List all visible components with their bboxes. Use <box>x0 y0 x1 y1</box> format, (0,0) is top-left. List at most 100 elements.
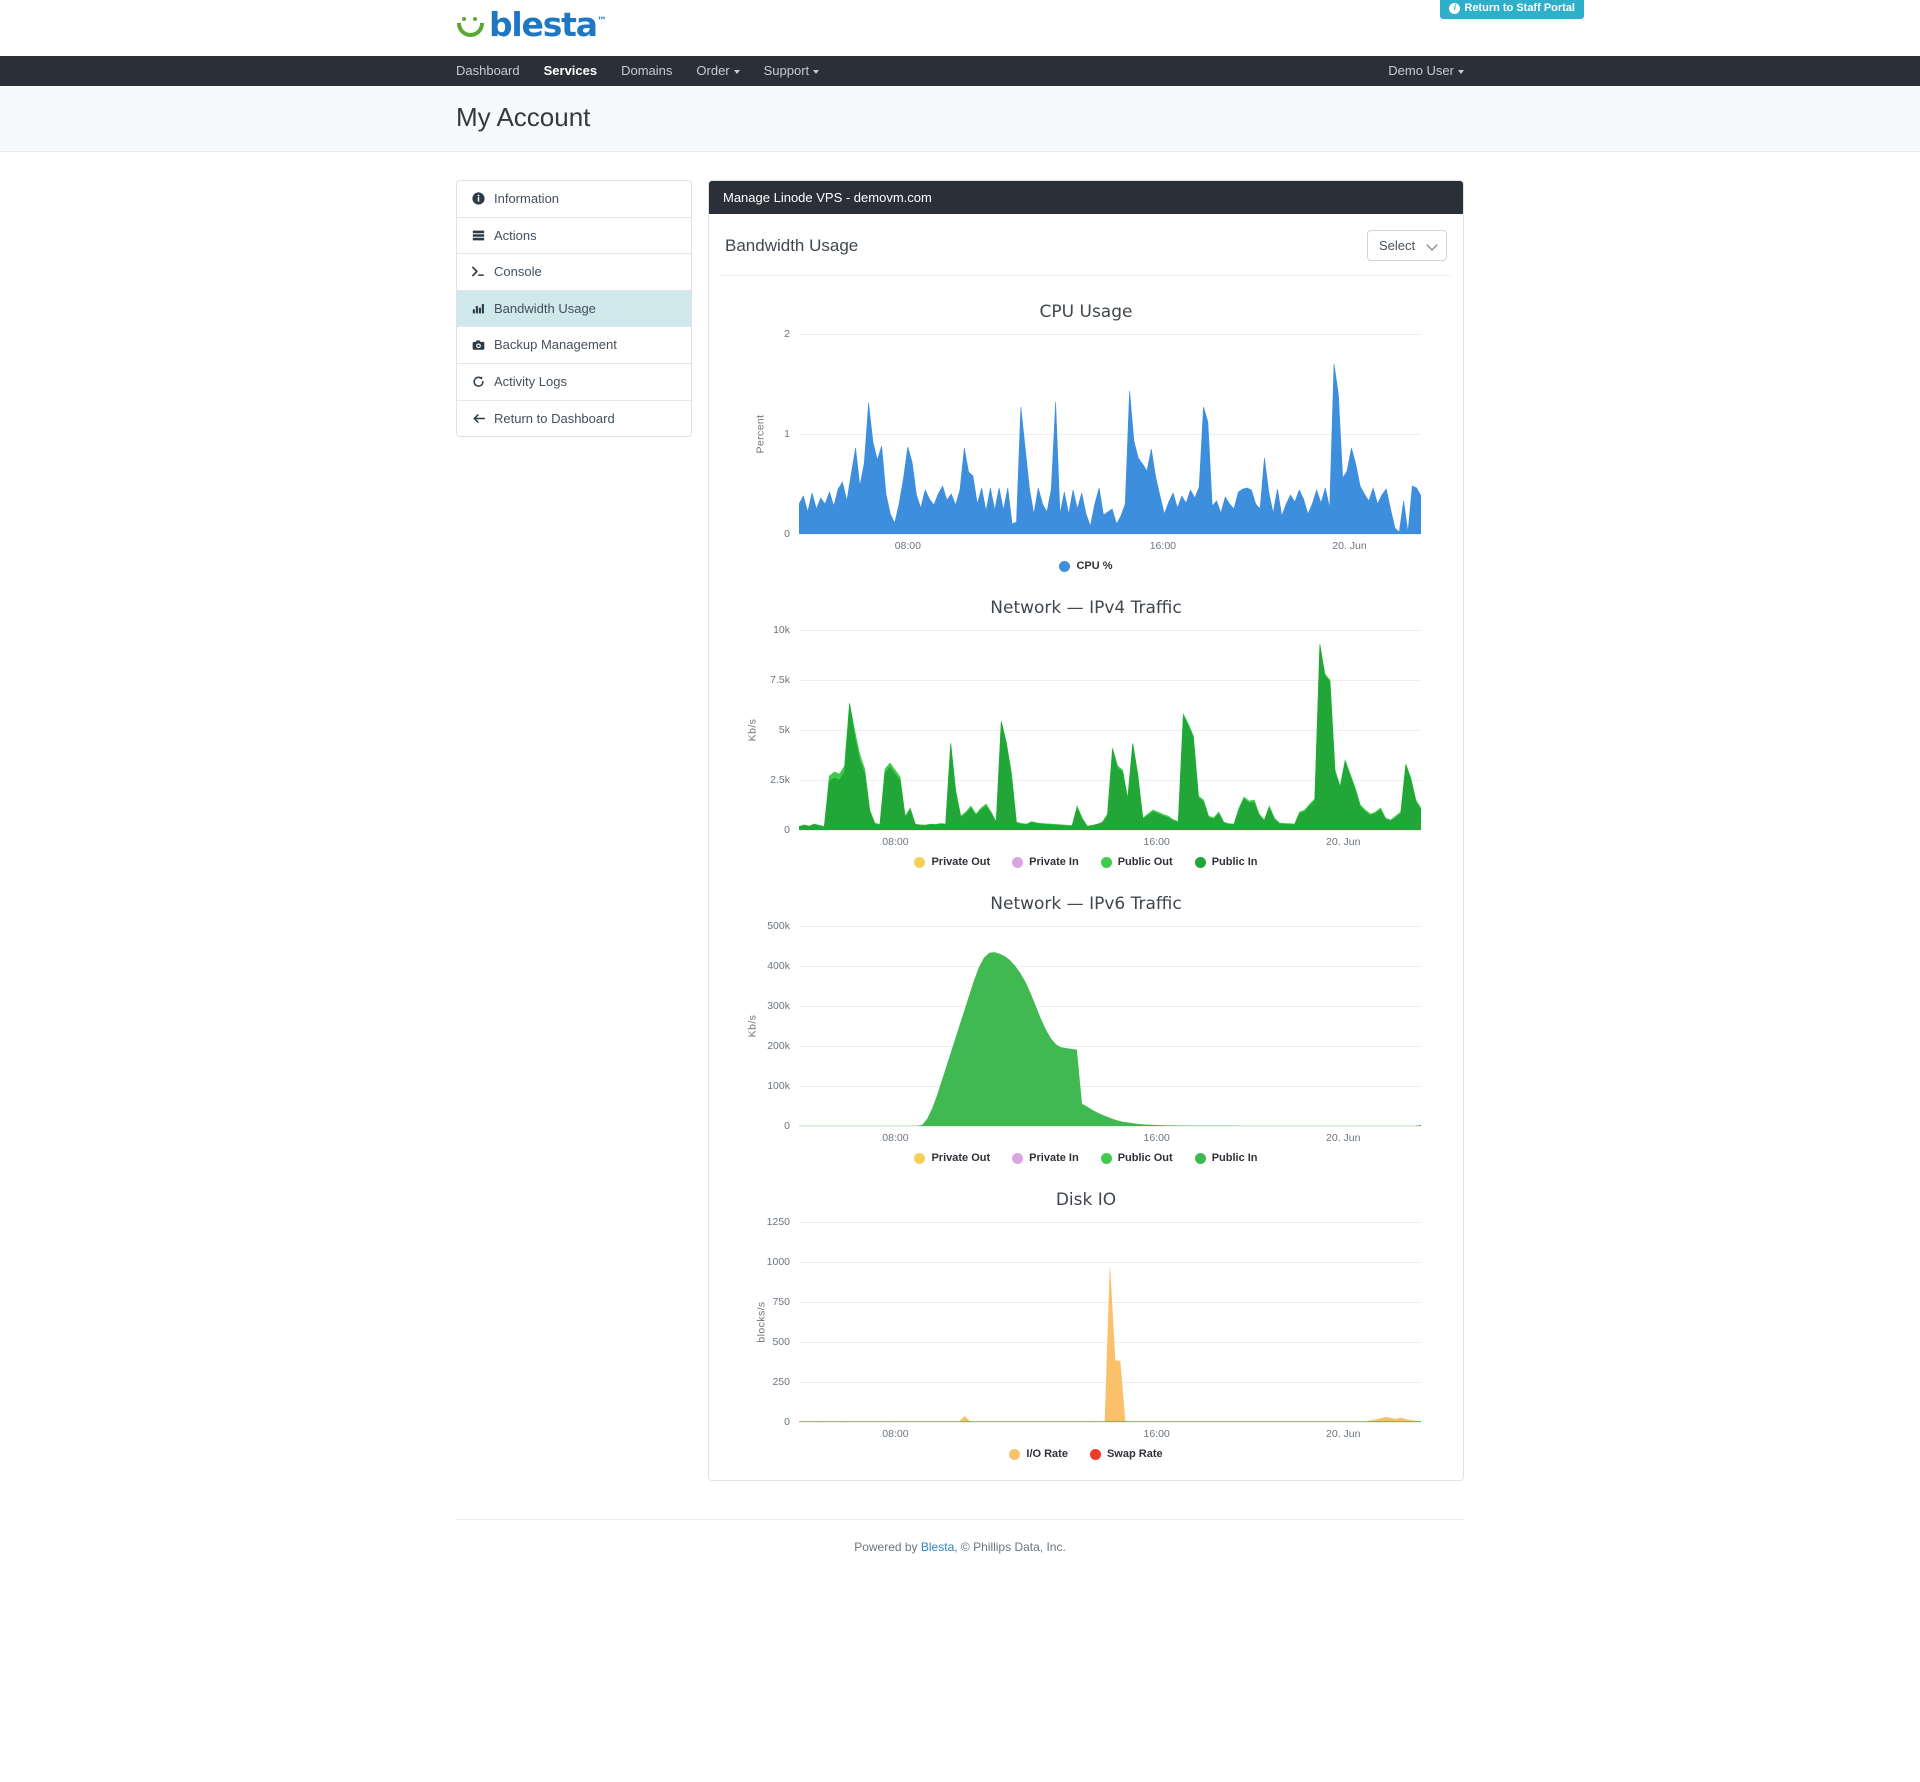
footer-prefix: Powered by <box>854 1540 921 1554</box>
y-tick-label: 300k <box>767 1000 790 1012</box>
sidebar-label-information: Information <box>494 191 560 206</box>
x-tick-label: 08:00 <box>882 1428 909 1440</box>
nav-item-services[interactable]: Services <box>532 56 610 86</box>
sidebar-label-bandwidth-usage: Bandwidth Usage <box>494 300 596 316</box>
sidebar-item-backup-management[interactable]: Backup Management <box>457 327 691 364</box>
sidebar-label-activity-logs: Activity Logs <box>494 373 567 389</box>
legend-label: Public In <box>1211 856 1258 868</box>
panel-body: Bandwidth Usage Select CPU Usage Percent 0… <box>709 214 1463 1480</box>
sidebar: Information Actions Console Bandwidth Us… <box>456 180 692 438</box>
legend-label: Swap Rate <box>1106 1448 1163 1460</box>
legend-label: Private Out <box>931 856 991 868</box>
y-tick-label: 100k <box>767 1080 790 1092</box>
info-circle-icon <box>471 192 486 205</box>
legend-item-private-in[interactable]: Private In <box>1012 856 1079 868</box>
chart-bar-icon <box>471 302 486 315</box>
sidebar-item-information[interactable]: Information <box>457 181 691 218</box>
sidebar-label-console: Console <box>494 264 542 280</box>
nav-item-user-menu[interactable]: Demo User <box>1388 56 1464 86</box>
nav-item-dashboard[interactable]: Dashboard <box>456 56 532 86</box>
legend-item-public-out[interactable]: Public Out <box>1100 1152 1173 1164</box>
y-tick-label: 0 <box>784 1416 790 1428</box>
x-axis-ipv4: 08:00 16:00 20. Jun <box>799 830 1421 852</box>
legend-color-dot <box>1089 1448 1101 1460</box>
period-select[interactable]: Select <box>1367 230 1447 261</box>
series-cpu- <box>799 364 1421 534</box>
nav-label-user: Demo User <box>1388 63 1454 78</box>
legend-item-cpu-[interactable]: CPU % <box>1059 560 1113 572</box>
period-select-wrapper: Select <box>1367 230 1447 261</box>
y-tick-label: 1 <box>784 428 790 440</box>
charts-container: CPU Usage Percent 0 1 2 08:00 16:00 20. Jun CPU … <box>721 276 1451 1460</box>
legend-color-dot <box>914 856 926 868</box>
bandwidth-usage-title: Bandwidth Usage <box>725 235 859 255</box>
footer-suffix: , © Phillips Data, Inc. <box>954 1540 1066 1554</box>
history-icon <box>471 375 486 388</box>
sidebar-item-return-to-dashboard[interactable]: Return to Dashboard <box>457 400 691 437</box>
legend-color-dot <box>1100 1152 1112 1164</box>
sidebar-item-bandwidth-usage[interactable]: Bandwidth Usage <box>457 290 691 328</box>
page-root: blesta™ i Return to Staff Portal Dashboa… <box>0 0 1920 1578</box>
x-tick-label: 08:00 <box>882 1132 909 1144</box>
sidebar-label-actions: Actions <box>494 227 537 243</box>
legend-item-private-in[interactable]: Private In <box>1012 1152 1079 1164</box>
blesta-smiley-icon <box>456 14 486 40</box>
legend-color-dot <box>1194 1152 1206 1164</box>
nav-item-support[interactable]: Support <box>752 56 832 86</box>
y-axis-label-disk: blocks/s <box>755 1301 768 1343</box>
page-title-band: My Account <box>0 86 1920 152</box>
sidebar-item-activity-logs[interactable]: Activity Logs <box>457 363 691 401</box>
footer-divider <box>456 1519 1464 1520</box>
page-footer: Powered by Blesta, © Phillips Data, Inc. <box>0 1520 1920 1578</box>
chart-svg-cpu <box>799 334 1421 534</box>
plot-area-disk: blocks/s 0 250 500 750 1000 1250 <box>756 1216 1421 1428</box>
x-tick-label: 08:00 <box>894 540 921 552</box>
legend-label: Private In <box>1029 856 1079 868</box>
return-to-staff-portal-label: Return to Staff Portal <box>1464 2 1575 14</box>
legend-item-private-out[interactable]: Private Out <box>914 1152 990 1164</box>
logo-trademark: ™ <box>596 16 607 27</box>
series-i-o-rate <box>799 1268 1421 1422</box>
x-tick-label: 20. Jun <box>1326 836 1361 848</box>
legend-label: Public In <box>1211 1152 1258 1164</box>
legend-item-i-o-rate[interactable]: I/O Rate <box>1009 1448 1068 1460</box>
blesta-logo[interactable]: blesta™ <box>456 7 607 41</box>
sidebar-label-backup-management: Backup Management <box>494 337 617 353</box>
sidebar-item-console[interactable]: Console <box>457 254 691 291</box>
legend-item-public-out[interactable]: Public Out <box>1100 856 1173 868</box>
legend-item-private-out[interactable]: Private Out <box>914 856 990 868</box>
chart-disk: Disk IO blocks/s 0 250 500 750 1000 1250 08:00 16… <box>721 1164 1451 1460</box>
y-tick-label: 1250 <box>766 1216 790 1228</box>
legend-color-dot <box>914 1152 926 1164</box>
sidebar-label-return-to-dashboard: Return to Dashboard <box>494 410 615 426</box>
logo-wordmark: blesta <box>489 5 598 44</box>
x-tick-label: 16:00 <box>1149 540 1176 552</box>
legend-color-dot <box>1059 560 1071 572</box>
x-axis-disk: 08:00 16:00 20. Jun <box>799 1422 1421 1444</box>
chart-title-cpu: CPU Usage <box>1039 302 1133 322</box>
nav-item-domains[interactable]: Domains <box>609 56 684 86</box>
chevron-down-icon <box>813 69 820 74</box>
legend-item-public-in[interactable]: Public In <box>1194 1152 1258 1164</box>
y-tick-label: 200k <box>767 1040 790 1052</box>
chart-svg-ipv4 <box>799 630 1421 830</box>
nav-label-domains: Domains <box>621 63 673 78</box>
x-tick-label: 16:00 <box>1143 1428 1170 1440</box>
nav-item-order[interactable]: Order <box>684 56 751 86</box>
y-tick-label: 7.5k <box>770 674 790 686</box>
page-title: My Account <box>456 102 591 132</box>
chart-title-ipv4: Network — IPv4 Traffic <box>990 598 1182 618</box>
legend-label: Private In <box>1029 1152 1079 1164</box>
nav-label-services: Services <box>543 63 598 78</box>
x-tick-label: 16:00 <box>1143 1132 1170 1144</box>
plot-area-ipv6: Kb/s 0 100k 200k 300k 400k 500k <box>746 920 1421 1132</box>
chart-ipv6: Network — IPv6 Traffic Kb/s 0 100k 200k 300k 4… <box>721 868 1451 1164</box>
nav-user-area: Demo User <box>1388 56 1464 86</box>
footer-blesta-link[interactable]: Blesta <box>921 1540 954 1554</box>
x-tick-label: 20. Jun <box>1326 1132 1361 1144</box>
chart-cpu: CPU Usage Percent 0 1 2 08:00 16:00 20. Jun CPU … <box>721 276 1451 572</box>
legend-item-swap-rate[interactable]: Swap Rate <box>1089 1448 1163 1460</box>
legend-item-public-in[interactable]: Public In <box>1194 856 1258 868</box>
sidebar-item-actions[interactable]: Actions <box>457 217 691 255</box>
return-to-staff-portal-button[interactable]: i Return to Staff Portal <box>1440 0 1584 20</box>
